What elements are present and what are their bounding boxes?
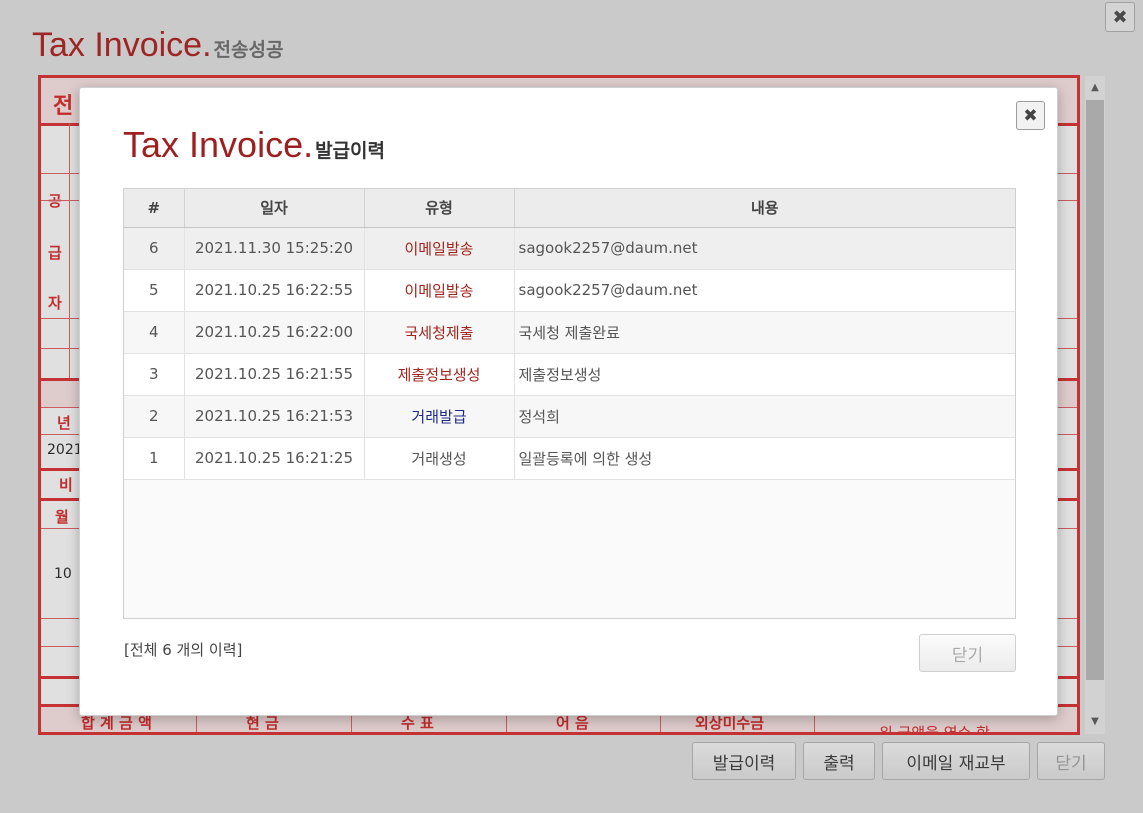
history-table-container: # 일자 유형 내용 6 2021.11.30 15:25:20 이메일발송 sago… xyxy=(123,188,1016,619)
row-number: 6 xyxy=(124,227,185,270)
table-header-row: # 일자 유형 내용 xyxy=(124,189,1015,228)
row-type: 이메일발송 xyxy=(364,269,515,312)
row-date: 2021.11.30 15:25:20 xyxy=(184,227,365,270)
table-row: 4 2021.10.25 16:22:00 국세청제출 국세청 제출완료 xyxy=(124,311,1015,354)
modal-title-text: Tax Invoice. xyxy=(123,124,314,165)
row-type: 거래발급 xyxy=(364,395,515,438)
row-content: 국세청 제출완료 xyxy=(514,311,1015,354)
row-date: 2021.10.25 16:22:55 xyxy=(184,269,365,312)
table-row: 1 2021.10.25 16:21:25 거래생성 일괄등록에 의한 생성 xyxy=(124,437,1015,480)
row-date: 2021.10.25 16:21:53 xyxy=(184,395,365,438)
column-header-type: 유형 xyxy=(364,189,515,228)
row-number: 3 xyxy=(124,353,185,396)
row-type: 제출정보생성 xyxy=(364,353,515,396)
row-number: 2 xyxy=(124,395,185,438)
row-content: sagook2257@daum.net xyxy=(514,227,1015,270)
modal-subtitle: 발급이력 xyxy=(315,140,386,162)
row-content: sagook2257@daum.net xyxy=(514,269,1015,312)
row-type: 거래생성 xyxy=(364,437,515,480)
row-type: 이메일발송 xyxy=(364,227,515,270)
row-content: 일괄등록에 의한 생성 xyxy=(514,437,1015,480)
row-content: 제출정보생성 xyxy=(514,353,1015,396)
history-count: [전체 6 개의 이력] xyxy=(124,641,243,659)
modal-title: Tax Invoice. 발급이력 xyxy=(123,124,385,166)
modal-close-button[interactable]: ✖ xyxy=(1016,101,1045,130)
column-header-content: 내용 xyxy=(514,189,1015,228)
column-header-no: # xyxy=(124,189,185,228)
row-date: 2021.10.25 16:21:55 xyxy=(184,353,365,396)
row-date: 2021.10.25 16:22:00 xyxy=(184,311,365,354)
table-row: 6 2021.11.30 15:25:20 이메일발송 sagook2257@daum… xyxy=(124,227,1015,270)
row-number: 5 xyxy=(124,269,185,312)
row-type: 국세청제출 xyxy=(364,311,515,354)
close-icon: ✖ xyxy=(1023,105,1038,126)
table-row: 3 2021.10.25 16:21:55 제출정보생성 제출정보생성 xyxy=(124,353,1015,396)
table-row: 2 2021.10.25 16:21:53 거래발급 정석희 xyxy=(124,395,1015,438)
row-date: 2021.10.25 16:21:25 xyxy=(184,437,365,480)
history-modal: ✖ Tax Invoice. 발급이력 # 일자 유형 내용 6 2021.11.3… xyxy=(79,87,1058,716)
table-row: 5 2021.10.25 16:22:55 이메일발송 sagook2257@daum… xyxy=(124,269,1015,312)
column-header-date: 일자 xyxy=(184,189,365,228)
row-content: 정석희 xyxy=(514,395,1015,438)
row-number: 4 xyxy=(124,311,185,354)
row-number: 1 xyxy=(124,437,185,480)
modal-close-text-button[interactable]: 닫기 xyxy=(919,634,1016,672)
history-table: # 일자 유형 내용 6 2021.11.30 15:25:20 이메일발송 sago… xyxy=(124,189,1015,480)
